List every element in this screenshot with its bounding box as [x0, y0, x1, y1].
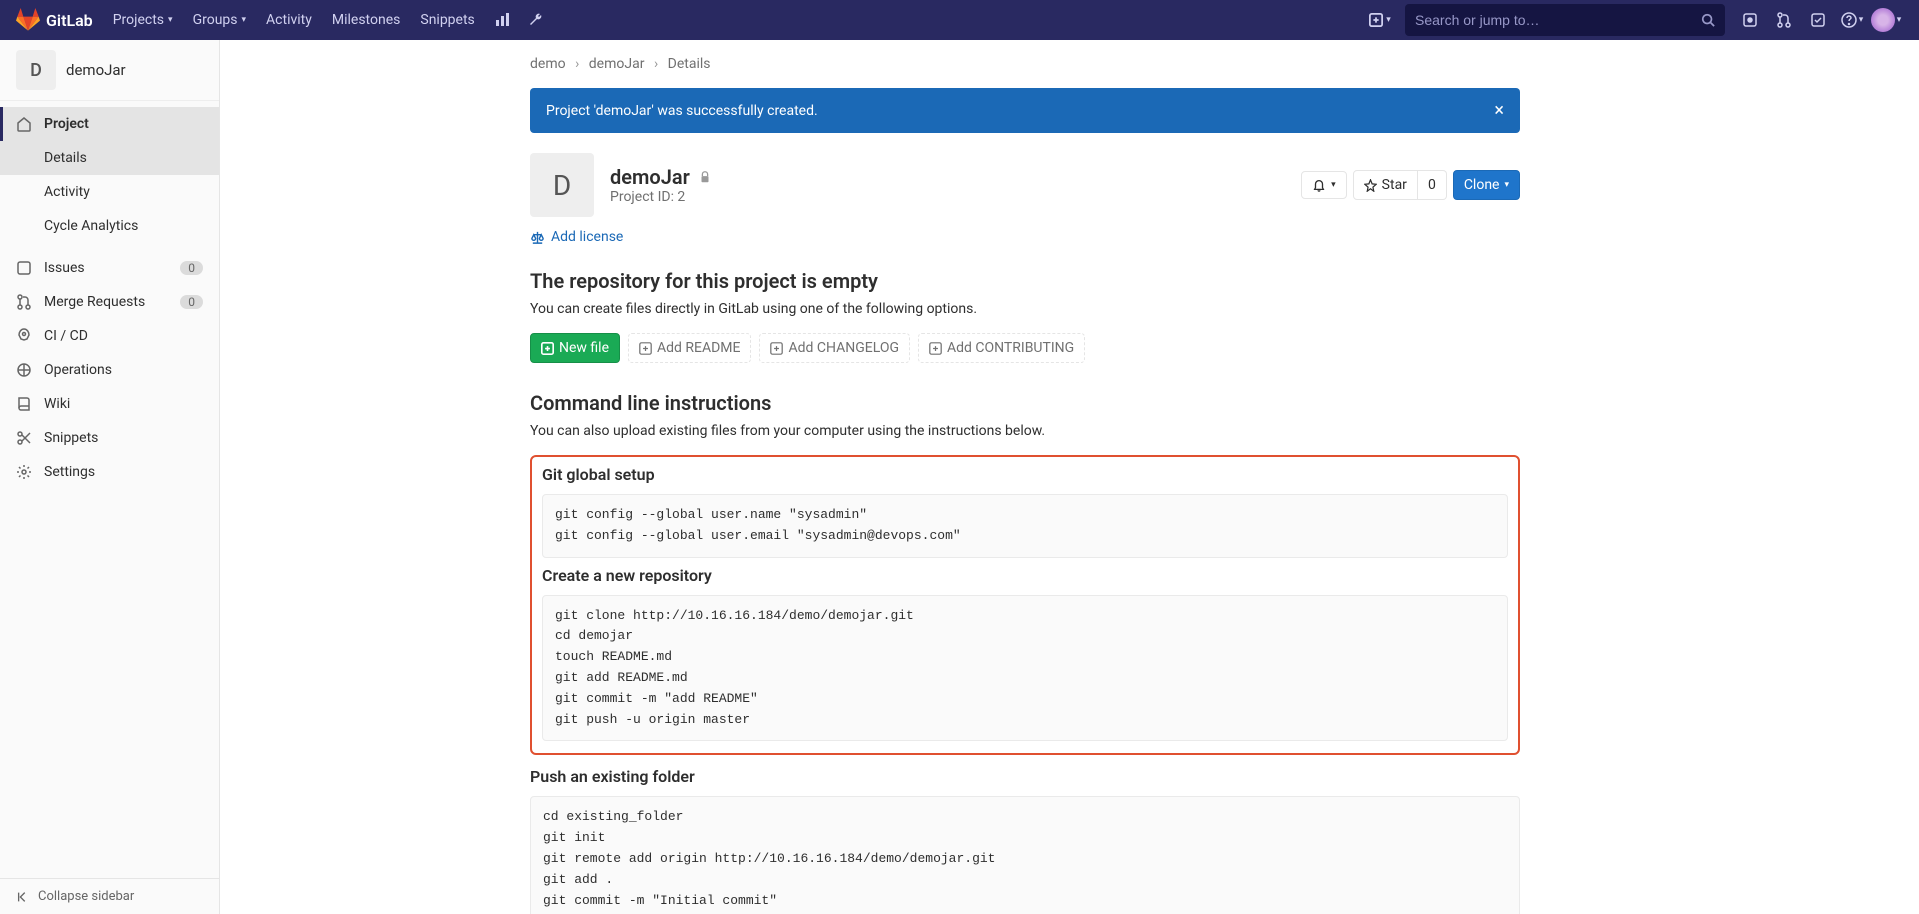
nav-projects[interactable]: Projects▾ — [103, 12, 183, 28]
add-contributing-button[interactable]: Add CONTRIBUTING — [918, 333, 1085, 363]
help-dropdown[interactable]: ▾ — [1835, 4, 1869, 36]
plus-square-icon — [541, 342, 554, 355]
brand-name: GitLab — [46, 11, 93, 30]
chevron-down-icon: ▾ — [1386, 15, 1391, 25]
gitlab-logo[interactable]: GitLab — [16, 8, 93, 32]
issues-icon — [16, 260, 32, 276]
breadcrumb-current: Details — [668, 56, 711, 72]
sidebar-item-project[interactable]: Project — [0, 107, 219, 141]
collapse-sidebar[interactable]: Collapse sidebar — [0, 878, 219, 914]
notification-dropdown[interactable]: ▾ — [1301, 171, 1347, 199]
git-global-code: git config --global user.name "sysadmin"… — [542, 494, 1508, 558]
todos-icon[interactable] — [1801, 4, 1835, 36]
success-alert: Project 'demoJar' was successfully creat… — [530, 88, 1520, 133]
top-nav: GitLab Projects▾ Groups▾ Activity Milest… — [0, 0, 1919, 40]
project-name: demoJar — [66, 61, 126, 79]
sidebar-project-link[interactable]: D demoJar — [0, 40, 219, 101]
issues-count: 0 — [180, 261, 203, 275]
bell-icon — [1312, 178, 1326, 192]
cli-title: Command line instructions — [530, 391, 1520, 415]
breadcrumb-demo[interactable]: demo — [530, 56, 566, 72]
sidebar-item-settings[interactable]: Settings — [0, 455, 219, 489]
plus-square-icon — [639, 342, 652, 355]
plus-square-icon — [929, 342, 942, 355]
project-avatar-large: D — [530, 153, 594, 217]
create-repo-code: git clone http://10.16.16.184/demo/demoj… — [542, 595, 1508, 742]
add-readme-button[interactable]: Add README — [628, 333, 751, 363]
cli-desc: You can also upload existing files from … — [530, 423, 1520, 439]
highlighted-instructions: Git global setup git config --global use… — [530, 455, 1520, 755]
alert-message: Project 'demoJar' was successfully creat… — [546, 103, 1494, 119]
breadcrumb-project[interactable]: demoJar — [589, 56, 645, 72]
plus-square-icon — [770, 342, 783, 355]
chevron-down-icon: ▾ — [1859, 15, 1864, 25]
git-global-title: Git global setup — [542, 465, 1508, 484]
new-file-button[interactable]: New file — [530, 333, 620, 363]
merge-icon — [16, 294, 32, 310]
user-menu[interactable]: ▾ — [1869, 4, 1903, 36]
sidebar-item-cycle-analytics[interactable]: Cycle Analytics — [0, 209, 219, 243]
nav-activity[interactable]: Activity — [256, 12, 322, 28]
star-count[interactable]: 0 — [1418, 170, 1447, 200]
scale-icon — [530, 230, 545, 245]
collapse-icon — [16, 890, 30, 904]
sidebar-item-details[interactable]: Details — [0, 141, 219, 175]
search-input[interactable] — [1415, 12, 1701, 28]
sidebar-item-activity[interactable]: Activity — [0, 175, 219, 209]
add-license-link[interactable]: Add license — [530, 229, 623, 245]
chevron-down-icon: ▾ — [168, 15, 173, 25]
clone-dropdown[interactable]: Clone ▾ — [1453, 170, 1520, 200]
page-title: demoJar — [610, 165, 690, 189]
avatar — [1871, 8, 1895, 32]
sidebar-item-issues[interactable]: Issues 0 — [0, 251, 219, 285]
nav-groups[interactable]: Groups▾ — [183, 12, 256, 28]
plus-dropdown[interactable]: ▾ — [1363, 4, 1397, 36]
sidebar-item-operations[interactable]: Operations — [0, 353, 219, 387]
push-folder-code: cd existing_folder git init git remote a… — [530, 796, 1520, 914]
nav-snippets[interactable]: Snippets — [410, 12, 484, 28]
book-icon — [16, 396, 32, 412]
push-folder-title: Push an existing folder — [530, 767, 1520, 786]
main-content: demo › demoJar › Details Project 'demoJa… — [220, 40, 1919, 914]
mr-count: 0 — [180, 295, 203, 309]
sidebar-item-cicd[interactable]: CI / CD — [0, 319, 219, 353]
empty-repo-title: The repository for this project is empty — [530, 269, 1520, 293]
lock-icon — [698, 170, 712, 184]
search-box[interactable] — [1405, 4, 1725, 36]
merge-requests-icon[interactable] — [1767, 4, 1801, 36]
chevron-down-icon: ▾ — [242, 15, 247, 25]
tanuki-icon — [16, 8, 40, 32]
search-icon — [1701, 13, 1715, 27]
wrench-icon[interactable] — [519, 4, 553, 36]
chevron-down-icon: ▾ — [1331, 180, 1336, 190]
project-id: Project ID: 2 — [610, 189, 1301, 205]
gear-icon — [16, 464, 32, 480]
breadcrumb: demo › demoJar › Details — [530, 56, 1520, 72]
sidebar-item-merge-requests[interactable]: Merge Requests 0 — [0, 285, 219, 319]
home-icon — [16, 116, 32, 132]
chevron-down-icon: ▾ — [1504, 180, 1509, 190]
rocket-icon — [16, 328, 32, 344]
sidebar: D demoJar Project Details Activity Cycle… — [0, 40, 220, 914]
close-icon[interactable]: × — [1494, 100, 1504, 121]
scissors-icon — [16, 430, 32, 446]
chevron-down-icon: ▾ — [1897, 15, 1902, 25]
star-button[interactable]: Star — [1353, 170, 1418, 200]
create-repo-title: Create a new repository — [542, 566, 1508, 585]
project-avatar: D — [16, 50, 56, 90]
sidebar-item-wiki[interactable]: Wiki — [0, 387, 219, 421]
sidebar-item-snippets[interactable]: Snippets — [0, 421, 219, 455]
operations-icon — [16, 362, 32, 378]
issues-icon[interactable] — [1733, 4, 1767, 36]
stats-icon[interactable] — [485, 4, 519, 36]
star-icon — [1364, 179, 1377, 192]
empty-repo-desc: You can create files directly in GitLab … — [530, 301, 1520, 317]
nav-milestones[interactable]: Milestones — [322, 12, 411, 28]
add-changelog-button[interactable]: Add CHANGELOG — [759, 333, 910, 363]
